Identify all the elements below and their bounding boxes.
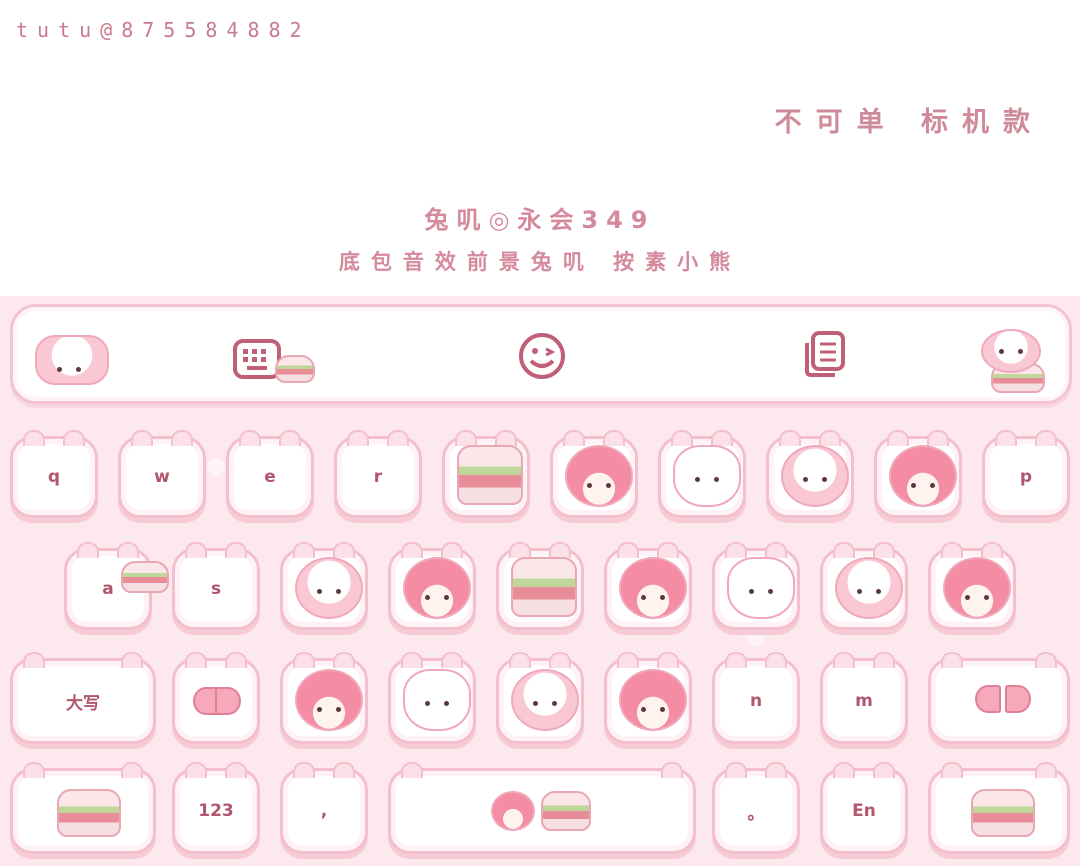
bunny-bow-icon [975, 683, 1031, 719]
pink-girl-icon [565, 445, 633, 507]
pink-girl-icon [889, 445, 957, 507]
key-n[interactable]: n [712, 652, 800, 744]
white-bunny-icon [295, 557, 363, 619]
pink-girl-icon [403, 557, 471, 619]
key-e[interactable]: e [226, 430, 314, 518]
key-p[interactable]: p [982, 430, 1070, 518]
keyboard: q w e r p a s 大写 n m 123 , 。 En [0, 296, 1080, 866]
key-a[interactable]: a [64, 542, 169, 630]
key-label: 123 [198, 801, 234, 821]
key-i[interactable] [766, 430, 854, 518]
burger-bunny-icon [57, 789, 121, 837]
pink-girl-icon [943, 557, 1011, 619]
key-l[interactable] [928, 542, 1016, 630]
white-cat-icon [727, 557, 795, 619]
bunny-sticker-icon [35, 335, 109, 385]
key-g[interactable] [496, 542, 584, 630]
enter-key[interactable] [928, 762, 1070, 854]
space-characters-icon [491, 791, 591, 831]
burger-bunny-icon [511, 557, 577, 617]
key-label: 。 [747, 803, 765, 824]
key-o[interactable] [874, 430, 962, 518]
key-x[interactable] [280, 652, 368, 744]
key-m[interactable]: m [820, 652, 908, 744]
burger-sticker-icon [275, 355, 315, 383]
key-k[interactable] [820, 542, 908, 630]
emoji-smile-icon[interactable] [517, 331, 565, 379]
key-q[interactable]: q [10, 430, 98, 518]
white-bunny-icon [835, 557, 903, 619]
white-bunny-icon [781, 445, 849, 507]
pink-girl-icon [619, 557, 687, 619]
key-y[interactable] [550, 430, 638, 518]
theme-title: 兔叽◎永会349 [424, 206, 656, 234]
burger-bunny-icon [971, 789, 1035, 837]
key-z[interactable] [172, 652, 260, 744]
key-label: s [210, 579, 222, 599]
key-s[interactable]: s [172, 542, 260, 630]
key-label: p [1019, 467, 1033, 487]
key-b[interactable] [604, 652, 692, 744]
comma-key[interactable]: , [280, 762, 368, 854]
burger-bunny-sticker-icon [981, 329, 1045, 393]
space-key[interactable] [388, 762, 696, 854]
key-label: n [749, 691, 763, 711]
key-h[interactable] [604, 542, 692, 630]
symbol-key[interactable] [10, 762, 156, 854]
key-label: En [852, 801, 876, 821]
white-cat-icon [403, 669, 471, 731]
key-u[interactable] [658, 430, 746, 518]
pink-girl-icon [619, 669, 687, 731]
keyboard-icon[interactable] [233, 337, 281, 381]
clipboard-icon[interactable] [801, 329, 849, 377]
shift-key[interactable]: 大写 [10, 652, 156, 744]
key-d[interactable] [280, 542, 368, 630]
key-c[interactable] [388, 652, 476, 744]
key-w[interactable]: w [118, 430, 206, 518]
bow-icon [193, 685, 241, 715]
key-r[interactable]: r [334, 430, 422, 518]
key-label: q [47, 467, 61, 487]
keyboard-toolbar [10, 304, 1072, 404]
key-label: w [154, 467, 170, 487]
language-key[interactable]: En [820, 762, 908, 854]
watermark: tutu@875584882 [16, 18, 311, 42]
period-key[interactable]: 。 [712, 762, 800, 854]
key-label: a [102, 579, 114, 599]
burger-bunny-icon [457, 445, 523, 505]
style-tag: 不可单 标机款 [774, 107, 1044, 138]
key-label: e [264, 467, 276, 487]
key-f[interactable] [388, 542, 476, 630]
number-key[interactable]: 123 [172, 762, 260, 854]
theme-subtitle: 底包音效前景兔叽 按素小熊 [338, 250, 742, 274]
key-j[interactable] [712, 542, 800, 630]
key-label: r [373, 467, 383, 487]
key-label: 大写 [66, 693, 100, 714]
key-v[interactable] [496, 652, 584, 744]
pink-girl-icon [295, 669, 363, 731]
delete-key[interactable] [928, 652, 1070, 744]
white-bunny-icon [511, 669, 579, 731]
white-cat-icon [673, 445, 741, 507]
key-t[interactable] [442, 430, 530, 518]
burger-bunny-icon [121, 561, 169, 593]
key-label: , [320, 801, 328, 821]
key-label: m [855, 691, 873, 711]
